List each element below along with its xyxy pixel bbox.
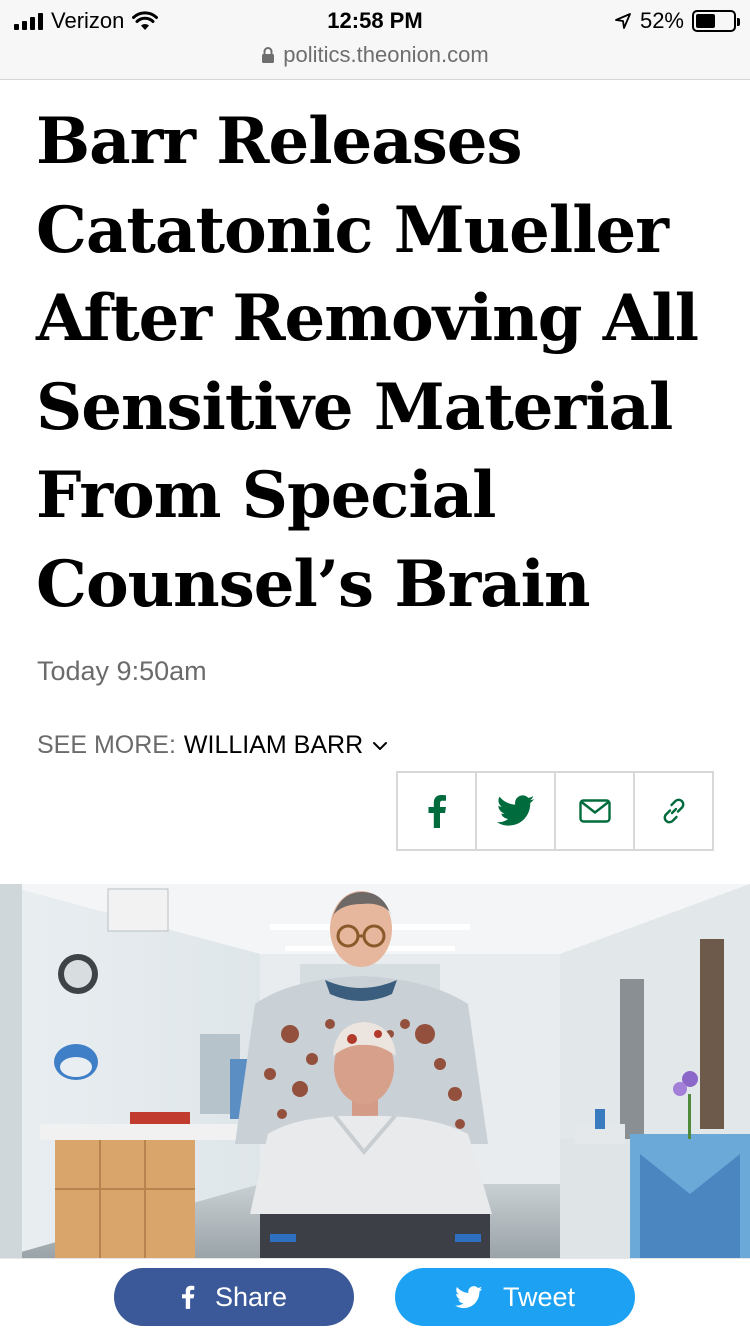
facebook-icon xyxy=(428,795,446,828)
status-right: 52% xyxy=(614,8,740,34)
headline-line: After Removing All xyxy=(36,281,699,356)
article-timestamp: Today 9:50am xyxy=(37,656,207,686)
battery-icon xyxy=(692,10,740,32)
twitter-icon xyxy=(455,1285,483,1308)
twitter-tweet-button[interactable]: Tweet xyxy=(395,1268,635,1326)
share-icon-bar xyxy=(396,771,714,851)
headline-line: Sensitive Material xyxy=(36,369,673,445)
headline-line: From Special xyxy=(36,458,496,533)
bottom-share-bar: Share Tweet xyxy=(0,1258,750,1334)
article-hero-image xyxy=(0,884,750,1258)
link-icon xyxy=(663,798,684,824)
headline-line: Barr Releases xyxy=(36,104,522,179)
share-email-button[interactable] xyxy=(556,773,635,849)
headline-line: Counsel’s Brain xyxy=(36,546,590,622)
address-bar[interactable]: politics.theonion.com xyxy=(0,40,750,70)
facebook-icon xyxy=(182,1285,195,1309)
browser-top-bar: Verizon 12:58 PM 52% politics.theonion.c… xyxy=(0,0,750,80)
url-text: politics.theonion.com xyxy=(283,42,489,67)
hospital-scene-illustration xyxy=(0,884,750,1258)
lock-icon xyxy=(262,47,275,63)
battery-level xyxy=(696,14,715,28)
share-facebook-button[interactable] xyxy=(398,773,477,849)
article-headline: Barr Releases Catatonic Mueller After Re… xyxy=(36,98,716,629)
tweet-label: Tweet xyxy=(502,1281,576,1312)
twitter-icon xyxy=(496,795,534,826)
copy-link-button[interactable] xyxy=(635,773,712,849)
share-twitter-button[interactable] xyxy=(477,773,556,849)
see-more-tag-link[interactable]: WILLIAM BARR xyxy=(184,731,363,760)
share-label: Share xyxy=(214,1281,288,1312)
email-icon xyxy=(578,799,611,823)
see-more-label: SEE MORE: xyxy=(37,731,176,759)
battery-percent: 52% xyxy=(639,8,684,33)
headline-line: Catatonic Mueller xyxy=(36,192,669,268)
status-bar: Verizon 12:58 PM 52% xyxy=(0,0,750,40)
location-arrow-icon xyxy=(615,13,631,29)
see-more-row[interactable]: SEE MORE: WILLIAM BARR xyxy=(37,731,389,760)
facebook-share-button[interactable]: Share xyxy=(114,1268,354,1326)
chevron-down-icon[interactable] xyxy=(371,737,389,755)
